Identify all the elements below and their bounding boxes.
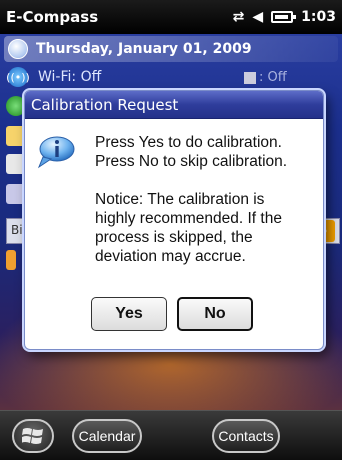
calibration-dialog: Calibration Request Press Yes to do cali… [24, 90, 324, 350]
no-button[interactable]: No [177, 297, 253, 331]
connectivity-icon[interactable]: ⇄ [233, 9, 245, 25]
status-icons: ⇄ ◀︎ 1:03 [233, 9, 336, 25]
search-text: Bi [11, 223, 23, 237]
wifi-icon: ((•)) [6, 67, 30, 87]
calendar-softkey[interactable]: Calendar [72, 419, 142, 453]
wifi-status: Wi-Fi: Off [38, 69, 102, 85]
dialog-message: Press Yes to do calibration. Press No to… [95, 133, 319, 266]
yes-button[interactable]: Yes [91, 297, 167, 331]
dialog-notice: Notice: The calibration is highly recomm… [95, 191, 282, 265]
app-title: E-Compass [6, 8, 99, 26]
clock-time[interactable]: 1:03 [301, 9, 336, 25]
status-bar: E-Compass ⇄ ◀︎ 1:03 [0, 0, 342, 34]
tasks-icon[interactable] [6, 154, 26, 174]
dialog-body: Press Yes to do calibration. Press No to… [25, 119, 323, 349]
info-icon [37, 136, 75, 169]
battery-icon[interactable] [271, 11, 297, 23]
calendar-icon[interactable] [6, 184, 26, 204]
date-text: Thursday, January 01, 2009 [36, 41, 252, 57]
bluetooth-status: : Off [244, 70, 287, 85]
volume-icon[interactable]: ◀︎ [252, 9, 263, 25]
bluetooth-icon [244, 71, 256, 84]
dialog-title: Calibration Request [25, 91, 323, 119]
windows-logo-icon [22, 428, 43, 444]
wifi-row[interactable]: ((•)) Wi-Fi: Off : Off [4, 64, 338, 90]
messaging-icon[interactable] [6, 96, 26, 116]
date-row[interactable]: Thursday, January 01, 2009 [4, 36, 338, 62]
dialog-instruction: Press Yes to do calibration. Press No to… [95, 134, 288, 170]
email-icon[interactable] [6, 126, 26, 146]
clock-icon [8, 39, 28, 59]
softkey-bar: Calendar Contacts [0, 410, 342, 460]
contacts-softkey[interactable]: Contacts [212, 419, 280, 453]
lock-icon[interactable] [6, 250, 16, 270]
start-button[interactable] [12, 419, 54, 453]
